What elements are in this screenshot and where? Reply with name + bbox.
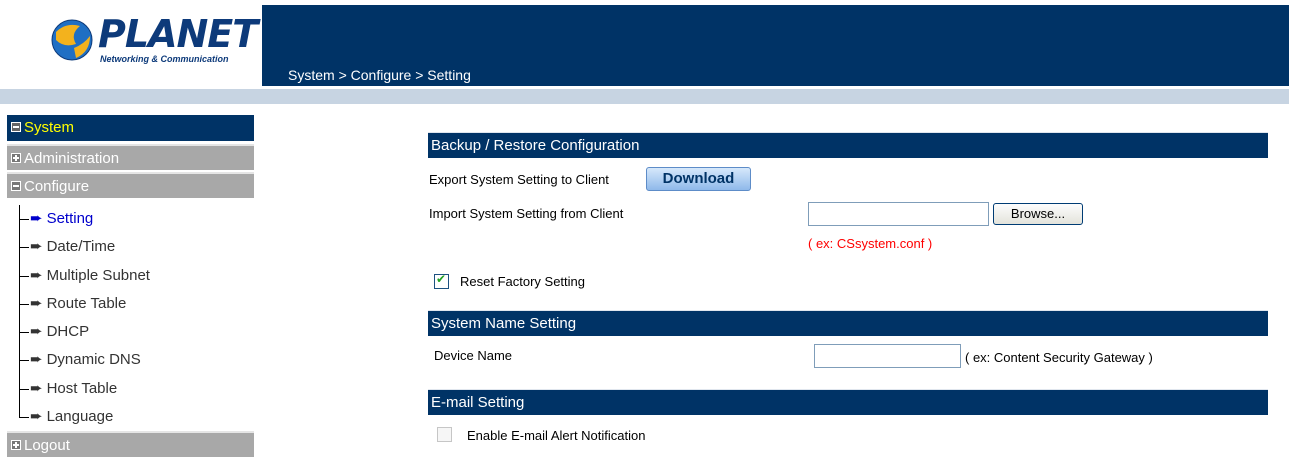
sidebar-sub-label: Language [46, 408, 114, 425]
header: PLANET Networking & Communication System… [0, 0, 1289, 89]
sidebar-item-dynamic-dns[interactable]: ➨ Dynamic DNS [30, 348, 141, 372]
brand-name: PLANET [98, 12, 258, 56]
arrow-right-icon: ➨ [30, 210, 43, 227]
arrow-right-icon: ➨ [30, 238, 43, 255]
tree-branch [19, 247, 29, 248]
sidebar-label: Configure [24, 178, 90, 195]
sidebar-sub-label: Setting [46, 210, 94, 227]
tree-branch [19, 276, 29, 277]
tree-branch [19, 332, 29, 333]
sidebar-sub-label: Host Table [46, 380, 118, 397]
import-hint: ( ex: CSsystem.conf ) [808, 236, 933, 251]
device-name-label: Device Name [434, 348, 513, 363]
tree-line [19, 205, 20, 418]
expand-icon [11, 439, 21, 450]
tree-branch [19, 219, 29, 220]
arrow-right-icon: ➨ [30, 323, 43, 340]
sidebar-item-language[interactable]: ➨ Language [30, 405, 113, 429]
sidebar-item-datetime[interactable]: ➨ Date/Time [30, 235, 115, 259]
browse-button[interactable]: Browse... [993, 203, 1083, 225]
section-header-email: E-mail Setting [428, 389, 1268, 415]
sidebar-label: System [24, 119, 75, 136]
import-label: Import System Setting from Client [429, 206, 624, 221]
sidebar-item-host-table[interactable]: ➨ Host Table [30, 377, 117, 401]
arrow-right-icon: ➨ [30, 351, 43, 368]
sidebar-item-administration[interactable]: Administration [7, 144, 254, 170]
sidebar-item-multiple-subnet[interactable]: ➨ Multiple Subnet [30, 264, 150, 288]
expand-icon [11, 152, 21, 163]
import-file-input[interactable] [808, 202, 989, 226]
reset-factory-checkbox[interactable] [434, 272, 449, 289]
arrow-right-icon: ➨ [30, 408, 43, 425]
sidebar-item-setting[interactable]: ➨ Setting [30, 207, 93, 231]
brand-tagline: Networking & Communication [100, 54, 229, 64]
sidebar-sub-label: Multiple Subnet [46, 267, 150, 284]
section-header-backup: Backup / Restore Configuration [428, 132, 1268, 158]
sidebar-item-route-table[interactable]: ➨ Route Table [30, 292, 126, 316]
sidebar-item-system[interactable]: System [7, 115, 254, 141]
tree-branch [19, 360, 29, 361]
export-label: Export System Setting to Client [429, 172, 609, 187]
sidebar-item-dhcp[interactable]: ➨ DHCP [30, 320, 89, 344]
download-button[interactable]: Download [646, 167, 751, 191]
reset-factory-label: Reset Factory Setting [460, 274, 585, 289]
sidebar-item-configure[interactable]: Configure [7, 172, 254, 198]
breadcrumb: System > Configure > Setting [288, 67, 471, 83]
collapse-icon [11, 180, 21, 191]
header-divider [0, 89, 1289, 104]
logo: PLANET Networking & Communication [0, 0, 262, 86]
sidebar-item-logout[interactable]: Logout [7, 431, 254, 457]
sidebar-sub-label: DHCP [46, 323, 90, 340]
tree-branch [19, 417, 29, 418]
enable-email-alert-checkbox[interactable] [437, 427, 452, 442]
sidebar-label: Logout [24, 437, 70, 454]
section-header-system-name: System Name Setting [428, 310, 1268, 336]
sidebar-sub-label: Route Table [46, 295, 127, 312]
sidebar-sub-label: Date/Time [46, 238, 116, 255]
collapse-icon [11, 121, 21, 132]
tree-branch [19, 304, 29, 305]
arrow-right-icon: ➨ [30, 295, 43, 312]
arrow-right-icon: ➨ [30, 380, 43, 397]
sidebar-label: Administration [24, 150, 120, 167]
globe-logo-icon [51, 19, 93, 61]
sidebar-sub-label: Dynamic DNS [46, 351, 141, 368]
tree-branch [19, 389, 29, 390]
arrow-right-icon: ➨ [30, 267, 43, 284]
device-name-input[interactable] [814, 344, 961, 368]
device-name-hint: ( ex: Content Security Gateway ) [965, 350, 1153, 365]
enable-email-alert-label: Enable E-mail Alert Notification [467, 428, 646, 443]
